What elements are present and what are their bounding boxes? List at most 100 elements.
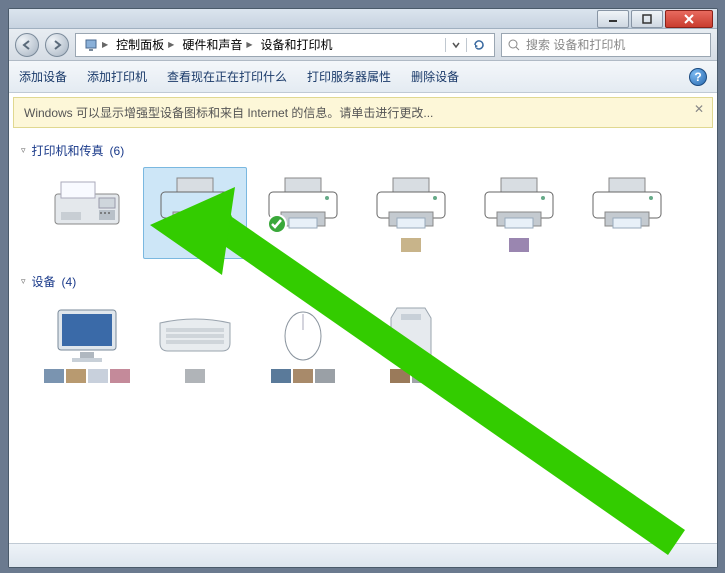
keyboard-icon [156,315,234,355]
maximize-button[interactable] [631,10,663,28]
printer-icon [375,176,447,232]
breadcrumb-root[interactable]: ▶ [80,38,112,52]
swatch-row [271,369,335,383]
item-icon-box [587,174,667,234]
refresh-icon [472,38,486,52]
status-bar [9,543,717,567]
nav-forward-button[interactable] [45,33,69,57]
color-swatch [185,369,205,383]
titlebar [9,9,717,29]
breadcrumb[interactable]: ▶ 控制面板 ▶ 硬件和声音 ▶ 设备和打印机 [75,33,495,57]
refresh-button[interactable] [466,38,490,52]
computer-icon [84,38,98,52]
color-swatch [315,369,335,383]
search-placeholder: 搜索 设备和打印机 [526,36,625,53]
color-swatch [509,238,529,252]
item-icon-box [479,174,559,234]
nav-back-button[interactable] [15,33,39,57]
help-button[interactable]: ? [689,68,707,86]
color-swatch [88,369,108,383]
devices-group-body [21,294,705,400]
item-icon-box [47,174,127,234]
breadcrumb-label: 控制面板 [116,36,164,53]
printer-item[interactable] [575,167,679,259]
color-swatch [390,369,410,383]
printer-icon [483,176,555,232]
window-controls [595,10,713,28]
content-pane: ▿ 打印机和传真 (6) ▿ 设备 (4) [9,132,717,543]
address-bar: ▶ 控制面板 ▶ 硬件和声音 ▶ 设备和打印机 搜索 设备和打印机 [9,29,717,61]
item-icon-box [263,305,343,365]
device-item[interactable] [35,298,139,390]
printer-item[interactable] [467,167,571,259]
item-icon-box [371,174,451,234]
add-printer-button[interactable]: 添加打印机 [87,68,147,85]
printer-item[interactable] [143,167,247,259]
device-item[interactable] [143,298,247,390]
maximize-icon [642,14,652,24]
see-printing-button[interactable]: 查看现在正在打印什么 [167,68,287,85]
arrow-left-icon [21,39,33,51]
chevron-down-icon [452,41,460,49]
group-count: (6) [110,144,125,158]
color-swatch [401,238,421,252]
printers-group-body [21,163,705,269]
breadcrumb-seg-3[interactable]: 设备和打印机 [257,36,337,53]
device-item[interactable] [251,298,355,390]
print-server-props-button[interactable]: 打印服务器属性 [307,68,391,85]
info-close-button[interactable]: ✕ [694,102,704,116]
swatch-row [44,369,130,383]
printer-item[interactable] [251,167,355,259]
add-device-button[interactable]: 添加设备 [19,68,67,85]
swatch-row [509,238,529,252]
swatch-row [185,369,205,383]
minimize-button[interactable] [597,10,629,28]
close-icon [684,14,694,24]
item-icon-box [155,305,235,365]
color-swatch [271,369,291,383]
color-swatch [412,369,432,383]
breadcrumb-seg-1[interactable]: 控制面板 ▶ [112,36,178,53]
color-swatch [110,369,130,383]
close-button[interactable] [665,10,713,28]
arrow-right-icon [51,39,63,51]
help-icon: ? [689,68,707,86]
collapse-icon: ▿ [21,145,26,156]
monitor-icon [52,306,122,364]
info-bar[interactable]: Windows 可以显示增强型设备图标和来自 Internet 的信息。请单击进… [13,97,713,128]
color-swatch [293,369,313,383]
item-icon-box [371,305,451,365]
group-label: 打印机和传真 [32,142,104,159]
search-icon [508,39,520,51]
printer-item[interactable] [35,167,139,259]
group-header-devices[interactable]: ▿ 设备 (4) [21,269,705,294]
group-label: 设备 [32,273,56,290]
printer-icon [159,176,231,232]
remove-device-button[interactable]: 删除设备 [411,68,459,85]
default-check-icon [267,214,287,234]
minimize-icon [608,14,618,24]
printer-item[interactable] [359,167,463,259]
color-swatch [44,369,64,383]
explorer-window: ▶ 控制面板 ▶ 硬件和声音 ▶ 设备和打印机 搜索 设备和打印机 [8,8,718,568]
swatch-row [401,238,421,252]
printer-icon [591,176,663,232]
fax-icon [51,178,123,230]
mouse-icon [279,308,327,362]
chevron-right-icon: ▶ [168,40,174,49]
drive-icon [387,304,435,366]
search-input[interactable]: 搜索 设备和打印机 [501,33,711,57]
chevron-right-icon: ▶ [246,40,252,49]
swatch-row [390,369,432,383]
item-icon-box [47,305,127,365]
command-bar: 添加设备 添加打印机 查看现在正在打印什么 打印服务器属性 删除设备 ? [9,61,717,93]
breadcrumb-label: 设备和打印机 [261,36,333,53]
breadcrumb-seg-2[interactable]: 硬件和声音 ▶ [178,36,256,53]
group-header-printers[interactable]: ▿ 打印机和传真 (6) [21,138,705,163]
breadcrumb-dropdown[interactable] [445,38,466,52]
device-item[interactable] [359,298,463,390]
group-count: (4) [62,275,77,289]
item-icon-box [263,174,343,234]
item-icon-box [155,174,235,234]
color-swatch [66,369,86,383]
